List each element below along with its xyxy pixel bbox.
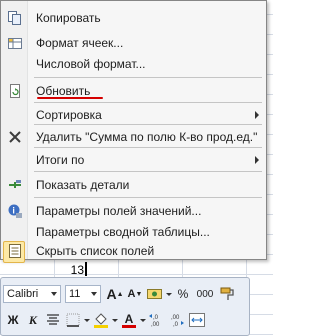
bold-button[interactable]: Ж (3, 310, 23, 330)
svg-text:,00: ,00 (171, 315, 180, 321)
align-center-button[interactable] (43, 310, 63, 330)
menu-separator (34, 102, 262, 103)
delete-x-icon (2, 126, 28, 148)
menu-item-show-details[interactable]: Показать детали (2, 174, 265, 196)
svg-text:i: i (12, 206, 15, 216)
svg-text:,0: ,0 (153, 315, 159, 321)
font-size-combo[interactable]: 11 (65, 285, 101, 303)
menu-item-value-field-settings[interactable]: i Параметры полей значений... (2, 200, 265, 222)
svg-text:,0: ,0 (173, 322, 179, 327)
menu-item-delete-field[interactable]: Удалить "Сумма по полю К-во прод.ед." (2, 126, 265, 148)
menu-item-number-format[interactable]: Числовой формат... (2, 53, 265, 75)
menu-separator (34, 197, 262, 198)
menu-item-summarize-by[interactable]: Итоги по (2, 149, 265, 171)
brush-icon (220, 287, 234, 300)
chevron-down-icon[interactable] (139, 310, 147, 330)
refresh-icon (2, 80, 28, 102)
decrease-decimal-icon: ,00,0 (171, 315, 184, 327)
increase-decimal-button[interactable]: ,0,00 (147, 310, 167, 330)
copy-icon (2, 7, 28, 29)
percent-button[interactable]: % (173, 284, 193, 304)
menu-separator (34, 124, 262, 125)
menu-separator (34, 77, 262, 78)
increase-decimal-icon: ,0,00 (149, 314, 160, 327)
menu-item-hide-field-list[interactable]: Скрыть список полей (2, 240, 265, 262)
format-painter-button[interactable] (217, 284, 237, 304)
cell-value: 13 (70, 263, 84, 277)
mini-toolbar: Calibri 11 A ▲ A ▼ % 000 Ж К A ,0 ,00 ,0… (0, 277, 250, 336)
merge-button[interactable] (187, 310, 207, 330)
submenu-arrow-icon (255, 111, 259, 119)
font-color-button[interactable]: A (119, 310, 139, 330)
chevron-down-icon (51, 292, 57, 296)
number-format-button[interactable] (145, 284, 165, 304)
context-menu: Копировать Формат ячеек... Числовой форм… (0, 0, 267, 263)
annotation-underline (37, 97, 103, 99)
submenu-arrow-icon (255, 156, 259, 164)
menu-separator (34, 171, 262, 172)
field-list-icon (2, 240, 28, 262)
menu-item-sort[interactable]: Сортировка (2, 104, 265, 126)
fill-color-button[interactable] (91, 310, 111, 330)
grow-font-button[interactable]: A ▲ (105, 284, 125, 304)
chevron-down-icon (91, 292, 97, 296)
font-name-combo[interactable]: Calibri (3, 285, 61, 303)
italic-button[interactable]: К (23, 310, 43, 330)
shrink-font-button[interactable]: A ▼ (125, 284, 145, 304)
chevron-down-icon[interactable] (165, 284, 173, 304)
paint-bucket-icon (94, 313, 108, 328)
merge-cells-icon (189, 313, 205, 327)
decrease-decimal-button[interactable]: ,00,0 (167, 310, 187, 330)
font-color-swatch (122, 324, 136, 328)
format-cells-icon (2, 32, 28, 54)
thousands-separator-button[interactable]: 000 (193, 284, 217, 304)
text-cursor (85, 262, 87, 276)
menu-item-format-cells[interactable]: Формат ячеек... (2, 32, 265, 54)
menu-separator (34, 147, 262, 148)
align-center-icon (47, 314, 59, 325)
borders-button[interactable] (63, 310, 83, 330)
borders-icon (66, 313, 80, 327)
chevron-down-icon[interactable] (83, 310, 91, 330)
svg-text:,00: ,00 (151, 322, 160, 327)
field-settings-icon: i (2, 200, 28, 222)
show-details-icon (2, 174, 28, 196)
currency-format-icon (147, 289, 162, 299)
chevron-down-icon[interactable] (111, 310, 119, 330)
menu-item-copy[interactable]: Копировать (2, 7, 265, 29)
